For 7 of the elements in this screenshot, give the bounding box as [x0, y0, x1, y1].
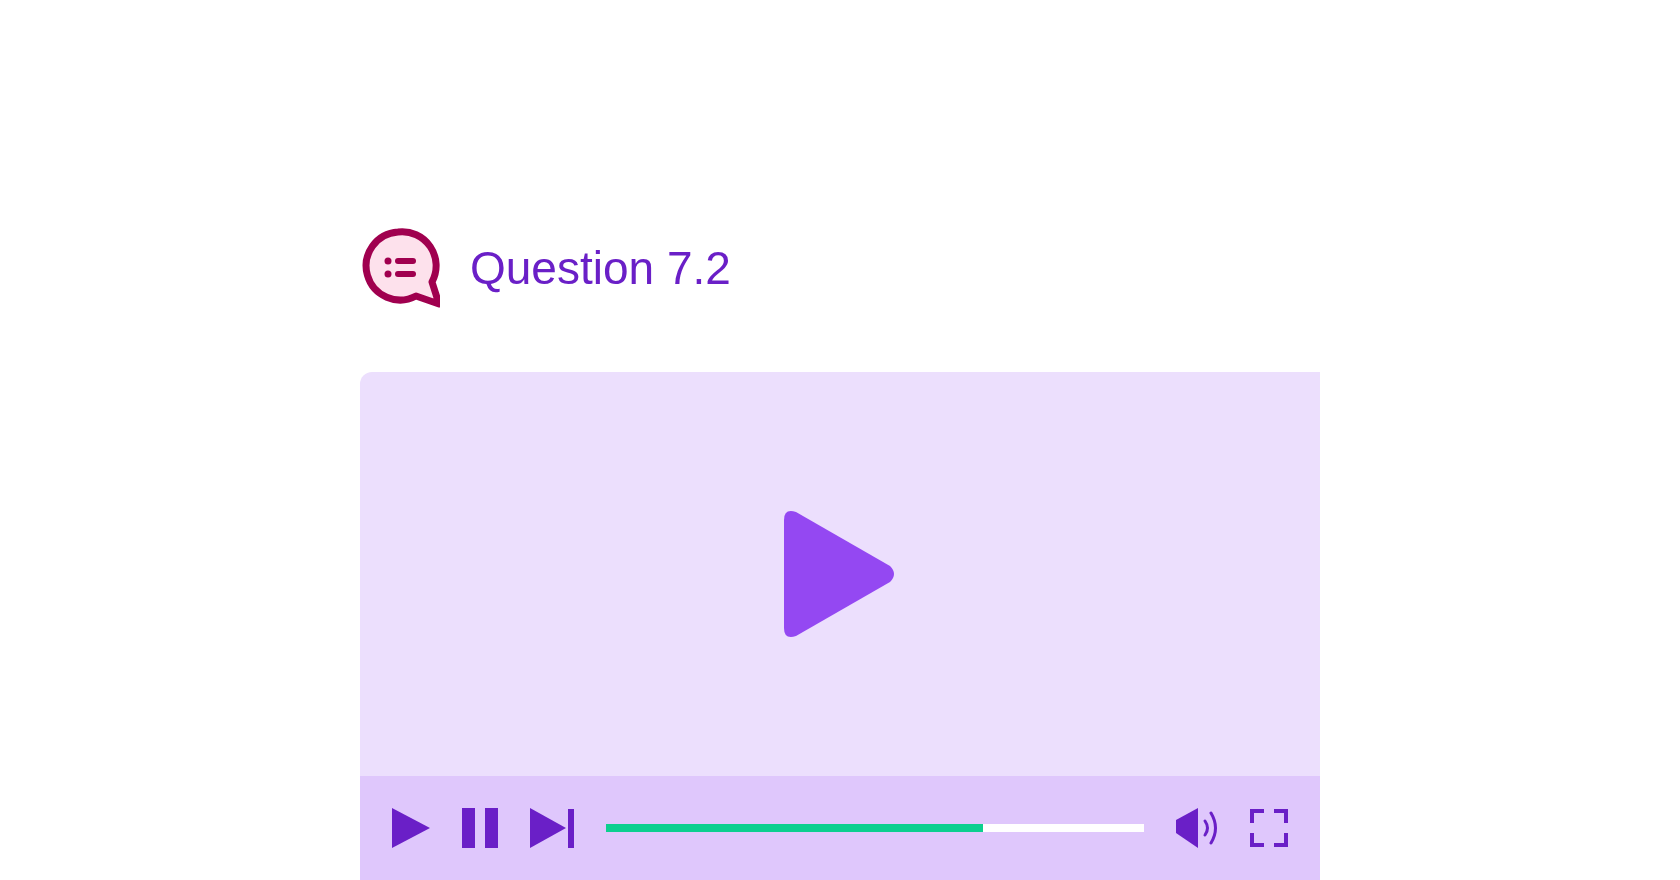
play-button[interactable]: [392, 808, 430, 848]
volume-button[interactable]: [1176, 808, 1218, 848]
chat-list-icon: [360, 228, 440, 308]
pause-button[interactable]: [462, 808, 498, 848]
skip-next-button[interactable]: [530, 808, 574, 848]
fullscreen-button[interactable]: [1250, 809, 1288, 847]
question-title: Question 7.2: [470, 245, 731, 291]
